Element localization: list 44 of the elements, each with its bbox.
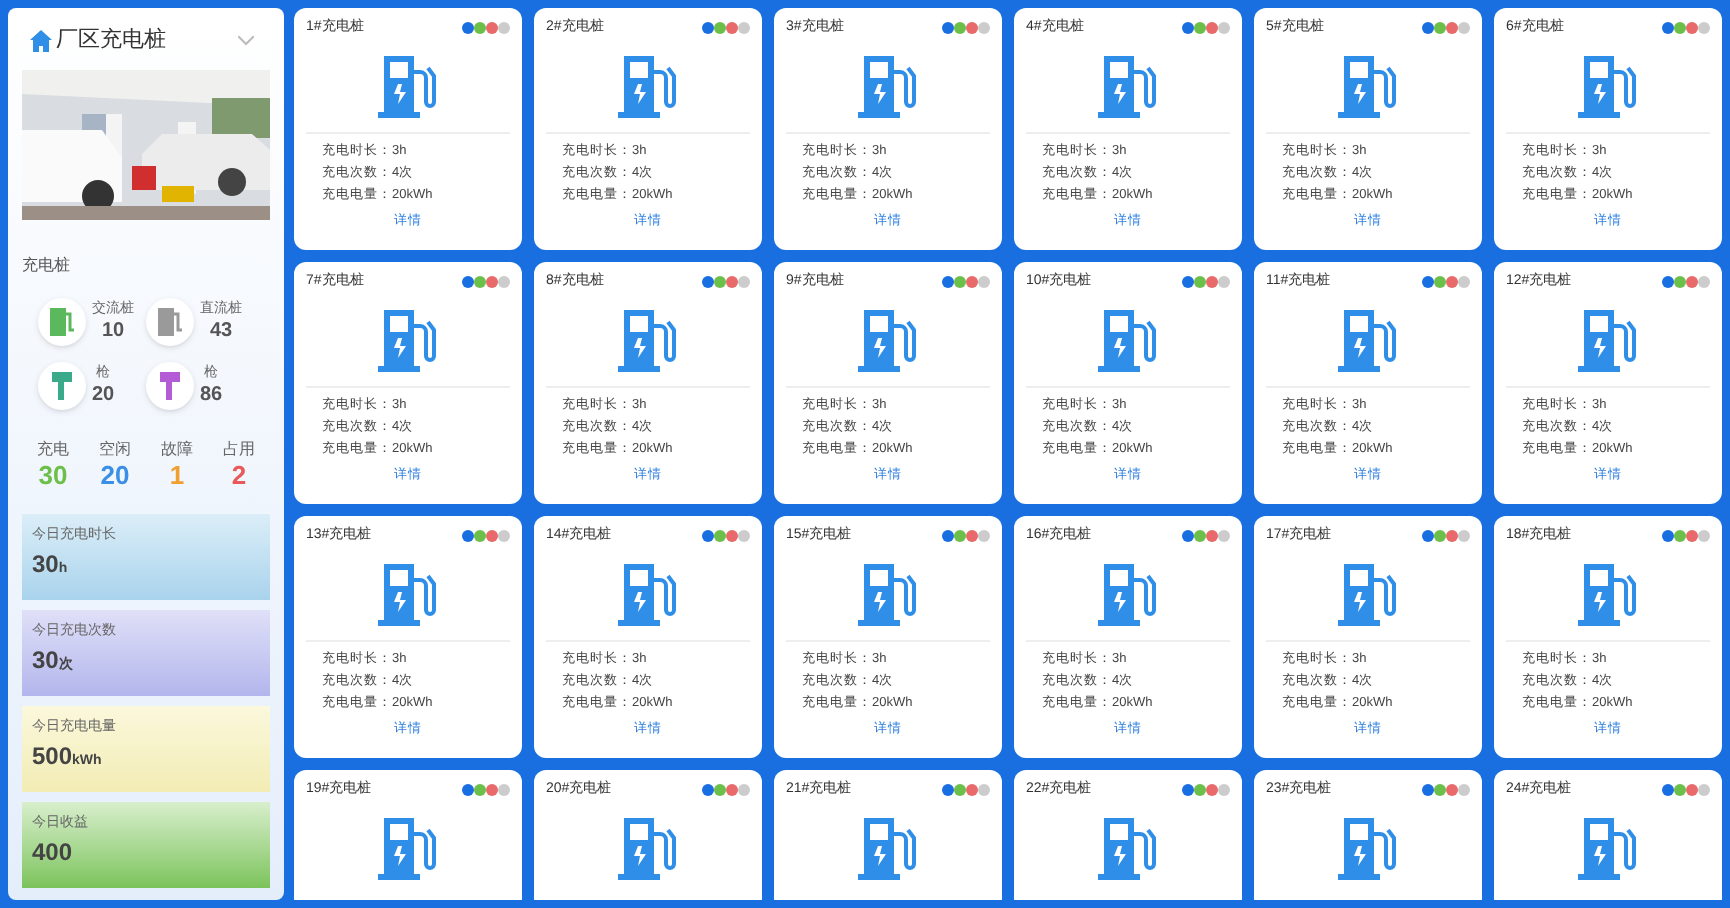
sidebar-title: 厂区充电桩: [56, 25, 166, 56]
charger-icon: [1338, 813, 1398, 881]
charger-icon: [378, 51, 438, 119]
summary-value: 500: [32, 740, 73, 774]
charger-icon: [1098, 305, 1158, 373]
status-count: 1: [169, 461, 185, 489]
charger-icon: [378, 813, 438, 881]
status-label: 占用: [223, 437, 255, 461]
charger-icon: [378, 559, 438, 627]
charger-icon: [1098, 813, 1158, 881]
status-count: 2: [231, 461, 247, 489]
charger-icon: [858, 813, 918, 881]
charger-icon: [618, 305, 678, 373]
summary-value: 400: [32, 836, 73, 870]
charger-icon: [1338, 305, 1398, 373]
charger-icon: [618, 559, 678, 627]
home-icon: [30, 29, 52, 52]
status-count: 20: [100, 461, 130, 489]
status-label: 空闲: [99, 437, 131, 461]
stat-value: 86: [200, 383, 223, 407]
charger-icon: [858, 51, 918, 119]
stat-value: 43: [209, 319, 233, 343]
charger-icon: [858, 559, 918, 627]
charger-icon: [1578, 813, 1638, 881]
charger-icon: [1578, 559, 1638, 627]
charger-icon: [858, 305, 918, 373]
charger-icon: [618, 51, 678, 119]
section-label: 充电桩: [22, 253, 72, 277]
summary-value: 30: [32, 548, 59, 582]
summary-value: 30: [32, 644, 59, 678]
charger-icon: [1098, 51, 1158, 119]
charger-icon: [378, 305, 438, 373]
charger-icon: [1578, 51, 1638, 119]
stat-value: 20: [92, 383, 115, 407]
charger-icon: [1338, 51, 1398, 119]
status-label: 充电: [37, 437, 69, 461]
charger-icon: [1578, 305, 1638, 373]
stat-value: 10: [101, 319, 125, 343]
status-count: 30: [38, 461, 68, 489]
charger-icon: [618, 813, 678, 881]
chevron-down-icon[interactable]: [238, 35, 254, 46]
status-label: 故障: [161, 437, 193, 461]
charger-icon: [1338, 559, 1398, 627]
charger-icon: [1098, 559, 1158, 627]
